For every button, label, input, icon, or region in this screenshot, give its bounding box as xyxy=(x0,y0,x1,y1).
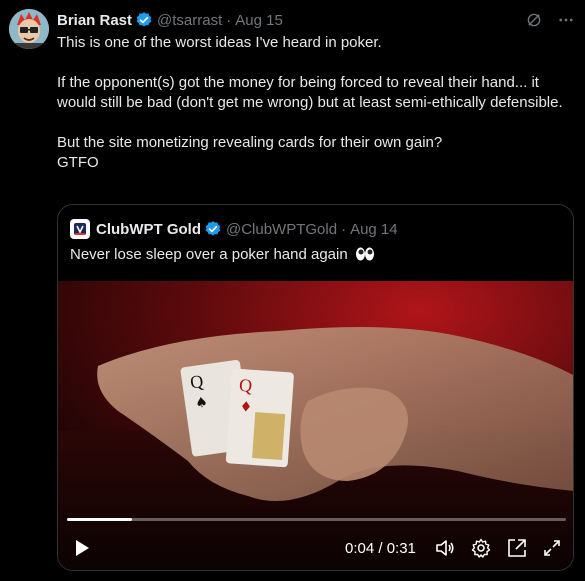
more-icon[interactable] xyxy=(557,11,575,29)
video-player[interactable]: Q ♠ Q ♦ 0:04 / 0:31 xyxy=(58,281,573,570)
diamond-suit-icon: ♦ xyxy=(239,399,253,416)
video-timecode: 0:04 / 0:31 xyxy=(345,540,416,557)
video-frame: Q ♠ Q ♦ xyxy=(58,281,573,570)
tweet-paragraph: If the opponent(s) got the money for bei… xyxy=(57,74,563,111)
tweet-date[interactable]: Aug 15 xyxy=(235,12,283,29)
video-progress-fill xyxy=(67,518,132,521)
fullscreen-icon[interactable] xyxy=(542,538,562,563)
quote-author-handle[interactable]: @ClubWPTGold xyxy=(226,221,337,238)
avatar[interactable] xyxy=(9,9,49,49)
quote-date[interactable]: Aug 14 xyxy=(350,221,398,238)
quote-header: ClubWPT Gold @ClubWPTGold · Aug 14 xyxy=(70,219,398,239)
settings-icon[interactable] xyxy=(471,538,491,563)
avatar-image xyxy=(9,9,49,49)
author-name[interactable]: Brian Rast xyxy=(57,12,132,29)
separator-dot: · xyxy=(226,11,232,29)
volume-icon[interactable] xyxy=(435,538,455,563)
card-rank-text: Q xyxy=(238,375,252,396)
grok-icon[interactable] xyxy=(525,11,543,29)
eyes-emoji-icon xyxy=(355,246,375,268)
video-controls: 0:04 / 0:31 xyxy=(58,533,573,563)
quote-text: Never lose sleep over a poker hand again xyxy=(70,246,348,263)
card-rank-text: Q xyxy=(189,371,205,393)
tweet-header: Brian Rast @tsarrast · Aug 15 xyxy=(57,9,575,31)
spade-suit-icon: ♠ xyxy=(194,394,209,412)
clubwpt-logo-icon xyxy=(70,219,90,239)
verified-badge-icon xyxy=(135,11,153,29)
verified-badge-icon xyxy=(204,220,222,238)
quoted-tweet[interactable]: ClubWPT Gold @ClubWPTGold · Aug 14 Never… xyxy=(57,204,574,571)
tweet-text: This is one of the worst ideas I've hear… xyxy=(57,33,567,173)
separator-dot: · xyxy=(341,220,347,238)
tweet-paragraph: But the site monetizing revealing cards … xyxy=(57,134,443,171)
tweet-paragraph: This is one of the worst ideas I've hear… xyxy=(57,34,382,51)
quote-text-row: Never lose sleep over a poker hand again xyxy=(70,245,375,268)
popout-icon[interactable] xyxy=(507,538,527,563)
play-icon[interactable] xyxy=(72,538,92,563)
video-progress-bar[interactable] xyxy=(67,518,566,521)
quote-author-name[interactable]: ClubWPT Gold xyxy=(96,221,201,238)
author-handle[interactable]: @tsarrast xyxy=(157,12,222,29)
